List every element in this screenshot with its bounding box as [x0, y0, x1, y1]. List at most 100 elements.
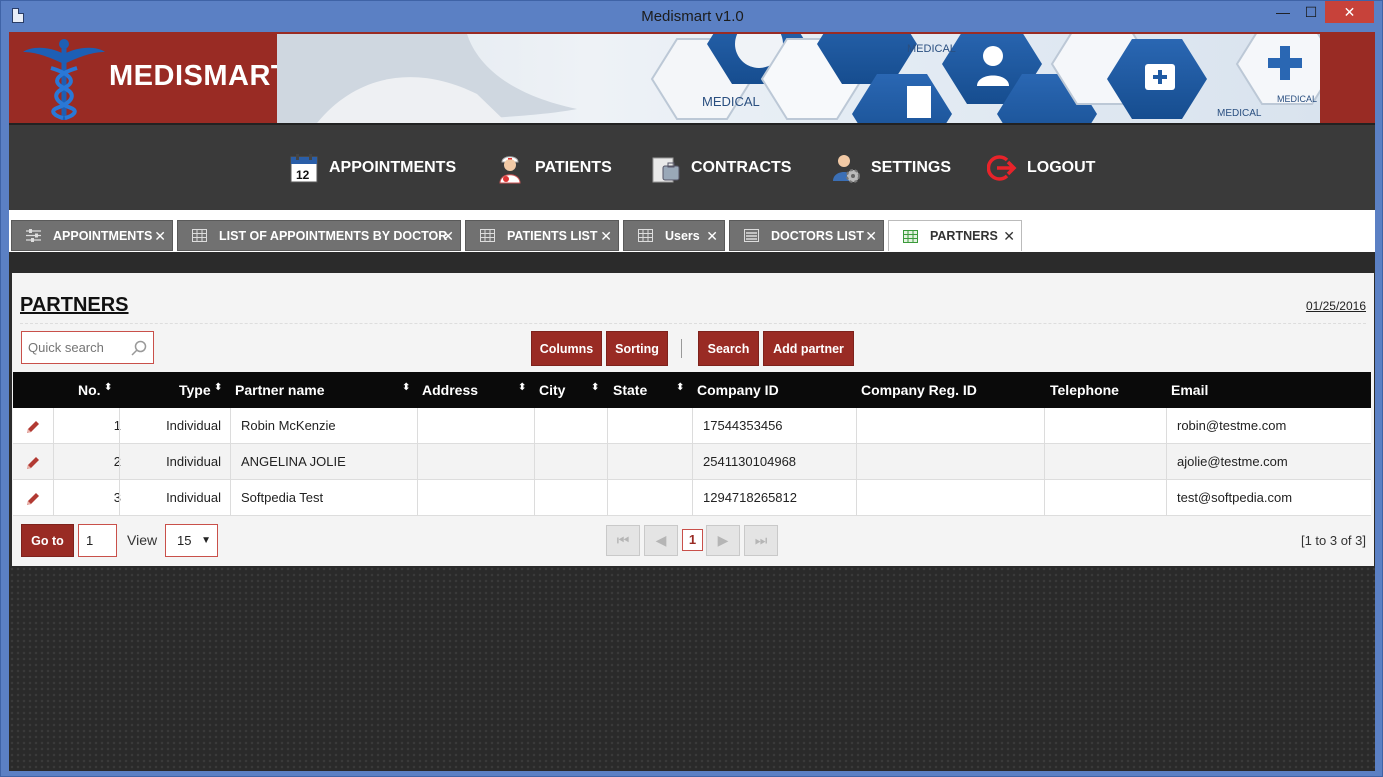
- pencil-icon[interactable]: [25, 419, 41, 435]
- add-partner-button[interactable]: Add partner: [763, 331, 854, 366]
- header-company-id[interactable]: Company ID: [697, 382, 779, 398]
- first-page-button[interactable]: ⏮: [606, 525, 640, 556]
- columns-button[interactable]: Columns: [531, 331, 602, 366]
- tab-label: LIST OF APPOINTMENTS BY DOCTOR: [219, 228, 448, 243]
- nav-contracts[interactable]: CONTRACTS: [651, 151, 791, 185]
- header-email[interactable]: Email: [1171, 382, 1208, 398]
- header-partner-name[interactable]: Partner name: [235, 382, 324, 398]
- cell-divider: [534, 444, 535, 480]
- content-top-strip: [9, 252, 1375, 273]
- cell-divider: [856, 408, 857, 444]
- cell-divider: [230, 444, 231, 480]
- header-city[interactable]: City: [539, 382, 565, 398]
- nav-patients[interactable]: PATIENTS: [495, 151, 612, 185]
- user-gear-icon: [833, 155, 860, 183]
- cell-divider: [53, 444, 54, 480]
- table-row[interactable]: 3 Individual Softpedia Test 129471826581…: [13, 480, 1371, 516]
- tab-label: PARTNERS: [930, 229, 998, 243]
- cell-divider: [119, 444, 120, 480]
- svg-text:12: 12: [296, 168, 310, 182]
- cell-divider: [534, 480, 535, 516]
- nav-settings[interactable]: SETTINGS: [831, 151, 951, 185]
- nav-logout[interactable]: LOGOUT: [987, 151, 1095, 185]
- cell-divider: [607, 444, 608, 480]
- table-row[interactable]: 2 Individual ANGELINA JOLIE 254113010496…: [13, 444, 1371, 480]
- tab-patients-list[interactable]: PATIENTS LIST ✕: [465, 220, 619, 251]
- toolbar-separator: [681, 339, 682, 358]
- header-address[interactable]: Address: [422, 382, 478, 398]
- header-state[interactable]: State: [613, 382, 647, 398]
- cell-company-id: 2541130104968: [703, 454, 797, 469]
- brand-name: MEDISMART: [109, 60, 290, 92]
- cell-divider: [607, 408, 608, 444]
- nav-appointments[interactable]: 12 APPOINTMENTS: [289, 151, 456, 185]
- search-icon[interactable]: [131, 340, 147, 356]
- cell-partner-name: Robin McKenzie: [241, 418, 336, 433]
- quick-search[interactable]: [21, 331, 154, 364]
- minimize-button[interactable]: —: [1269, 1, 1297, 23]
- page-size-select[interactable]: 15 ▼: [165, 524, 218, 557]
- tab-label: PATIENTS LIST: [507, 228, 598, 243]
- sort-icon[interactable]: ⬍: [104, 382, 112, 393]
- cell-partner-name: Softpedia Test: [241, 490, 324, 505]
- last-page-button[interactable]: ⏭: [744, 525, 778, 556]
- go-to-page-input[interactable]: 1: [78, 524, 117, 557]
- go-to-button[interactable]: Go to: [21, 524, 74, 557]
- cell-company-id: 1294718265812: [703, 490, 797, 505]
- close-icon[interactable]: ✕: [600, 228, 612, 245]
- close-icon[interactable]: ✕: [706, 228, 718, 245]
- search-button[interactable]: Search: [698, 331, 759, 366]
- grid-icon: [638, 229, 653, 242]
- table-row[interactable]: 1 Individual Robin McKenzie 17544353456: [13, 408, 1371, 444]
- close-window-button[interactable]: ✕: [1325, 1, 1374, 23]
- tab-doctors-list[interactable]: DOCTORS LIST ✕: [729, 220, 884, 251]
- header-type[interactable]: Type: [179, 382, 211, 398]
- close-icon[interactable]: ✕: [865, 228, 877, 245]
- sorting-button[interactable]: Sorting: [606, 331, 668, 366]
- pencil-icon[interactable]: [25, 455, 41, 471]
- maximize-button[interactable]: ☐: [1297, 1, 1325, 23]
- cell-type: Individual: [166, 490, 221, 505]
- sort-icon[interactable]: ⬍: [402, 382, 410, 393]
- sort-icon[interactable]: ⬍: [518, 382, 526, 393]
- close-icon[interactable]: ✕: [154, 228, 166, 245]
- briefcase-icon: [652, 157, 680, 183]
- tab-users[interactable]: Users ✕: [623, 220, 725, 251]
- close-icon[interactable]: ✕: [1003, 228, 1015, 245]
- logo[interactable]: MEDISMART: [21, 38, 289, 122]
- cell-divider: [417, 480, 418, 516]
- banner-label: MEDICAL: [702, 94, 760, 109]
- current-page[interactable]: 1: [682, 529, 703, 551]
- page-size-value: 15: [177, 533, 192, 548]
- header-company-reg-id[interactable]: Company Reg. ID: [861, 382, 977, 398]
- sort-icon[interactable]: ⬍: [676, 382, 684, 393]
- prev-page-button[interactable]: ◀: [644, 525, 678, 556]
- cell-divider: [119, 480, 120, 516]
- table-header: No. ⬍ Type ⬍ Partner name ⬍ Address ⬍ Ci…: [13, 372, 1371, 408]
- calendar-icon: 12: [290, 154, 318, 183]
- pager-info: [1 to 3 of 3]: [1300, 533, 1366, 548]
- view-label: View: [127, 532, 158, 548]
- next-page-button[interactable]: ▶: [706, 525, 740, 556]
- cell-company-id: 17544353456: [703, 418, 783, 433]
- cell-type: Individual: [166, 418, 221, 433]
- app-header: MEDISMART MEDICAL MEDICAL MEDICAL MEDICA…: [9, 32, 1375, 125]
- header-telephone[interactable]: Telephone: [1050, 382, 1119, 398]
- tab-appointments[interactable]: APPOINTMENTS ✕: [11, 220, 173, 251]
- nav-label: PATIENTS: [535, 159, 612, 176]
- cell-divider: [856, 444, 857, 480]
- nav-label: SETTINGS: [871, 159, 952, 176]
- search-input[interactable]: [22, 332, 122, 363]
- medical-hexagon-graphic: MEDICAL MEDICAL MEDICAL MEDICAL: [277, 34, 1320, 123]
- close-icon[interactable]: ✕: [442, 228, 454, 245]
- sort-icon[interactable]: ⬍: [214, 382, 222, 393]
- tab-appointments-by-doctor[interactable]: LIST OF APPOINTMENTS BY DOCTOR ✕: [177, 220, 461, 251]
- tab-partners[interactable]: PARTNERS ✕: [888, 220, 1022, 251]
- header-no[interactable]: No.: [78, 382, 101, 398]
- sort-icon[interactable]: ⬍: [591, 382, 599, 393]
- pencil-icon[interactable]: [25, 491, 41, 507]
- cell-divider: [119, 408, 120, 444]
- cell-partner-name: ANGELINA JOLIE: [241, 454, 346, 469]
- tab-bar: APPOINTMENTS ✕ LIST OF APPOINTMENTS BY D…: [9, 210, 1375, 252]
- cell-divider: [1044, 444, 1045, 480]
